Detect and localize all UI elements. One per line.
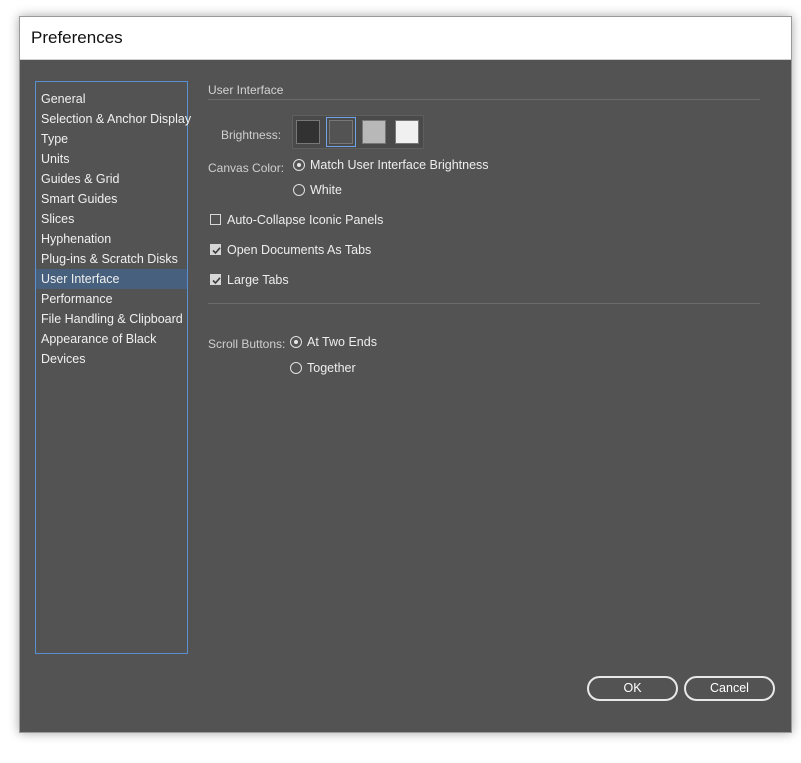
sidebar-item-file-handling-clipboard[interactable]: File Handling & Clipboard <box>36 309 187 329</box>
open-documents-as-tabs-checkbox[interactable] <box>210 244 221 255</box>
sidebar-item-plugins-scratch-disks[interactable]: Plug-ins & Scratch Disks <box>36 249 187 269</box>
auto-collapse-checkbox[interactable] <box>210 214 221 225</box>
preferences-dialog: Preferences General Selection & Anchor D… <box>19 16 792 733</box>
sidebar-item-slices[interactable]: Slices <box>36 209 187 229</box>
cancel-button[interactable]: Cancel <box>684 676 775 701</box>
auto-collapse-label[interactable]: Auto-Collapse Iconic Panels <box>227 213 383 227</box>
sidebar-item-guides-grid[interactable]: Guides & Grid <box>36 169 187 189</box>
brightness-swatch-darkest[interactable] <box>296 120 320 144</box>
sidebar-item-general[interactable]: General <box>36 89 187 109</box>
brightness-swatch-medium-light[interactable] <box>362 120 386 144</box>
canvas-color-white-label[interactable]: White <box>310 183 342 197</box>
canvas-color-label: Canvas Color: <box>208 161 285 175</box>
sidebar-item-hyphenation[interactable]: Hyphenation <box>36 229 187 249</box>
canvas-color-white-radio[interactable] <box>293 184 305 196</box>
sidebar-item-smart-guides[interactable]: Smart Guides <box>36 189 187 209</box>
sidebar-item-appearance-of-black[interactable]: Appearance of Black <box>36 329 187 349</box>
dialog-title: Preferences <box>31 28 123 47</box>
ok-button[interactable]: OK <box>587 676 678 701</box>
canvas-color-match-label[interactable]: Match User Interface Brightness <box>310 158 489 172</box>
brightness-swatch-medium-dark[interactable] <box>326 117 356 147</box>
title-bar[interactable]: Preferences <box>20 17 791 60</box>
section-divider-top <box>208 99 760 100</box>
sidebar-item-selection-anchor-display[interactable]: Selection & Anchor Display <box>36 109 191 129</box>
large-tabs-label[interactable]: Large Tabs <box>227 273 289 287</box>
scroll-buttons-together-label[interactable]: Together <box>307 361 356 375</box>
section-title: User Interface <box>208 83 284 97</box>
scroll-buttons-two-ends-radio[interactable] <box>290 336 302 348</box>
section-divider-middle <box>208 303 760 304</box>
preferences-sidebar: General Selection & Anchor Display Type … <box>35 81 191 654</box>
scroll-buttons-two-ends-label[interactable]: At Two Ends <box>307 335 377 349</box>
canvas-color-match-radio[interactable] <box>293 159 305 171</box>
sidebar-item-devices[interactable]: Devices <box>36 349 187 369</box>
brightness-label: Brightness: <box>221 128 282 142</box>
brightness-swatch-group <box>292 115 424 149</box>
sidebar-item-units[interactable]: Units <box>36 149 187 169</box>
brightness-swatch-lightest[interactable] <box>395 120 419 144</box>
scroll-buttons-together-radio[interactable] <box>290 362 302 374</box>
sidebar-item-type[interactable]: Type <box>36 129 187 149</box>
sidebar-item-performance[interactable]: Performance <box>36 289 187 309</box>
sidebar-item-user-interface[interactable]: User Interface <box>36 269 187 289</box>
large-tabs-checkbox[interactable] <box>210 274 221 285</box>
scroll-buttons-label: Scroll Buttons: <box>208 337 286 351</box>
open-documents-as-tabs-label[interactable]: Open Documents As Tabs <box>227 243 371 257</box>
